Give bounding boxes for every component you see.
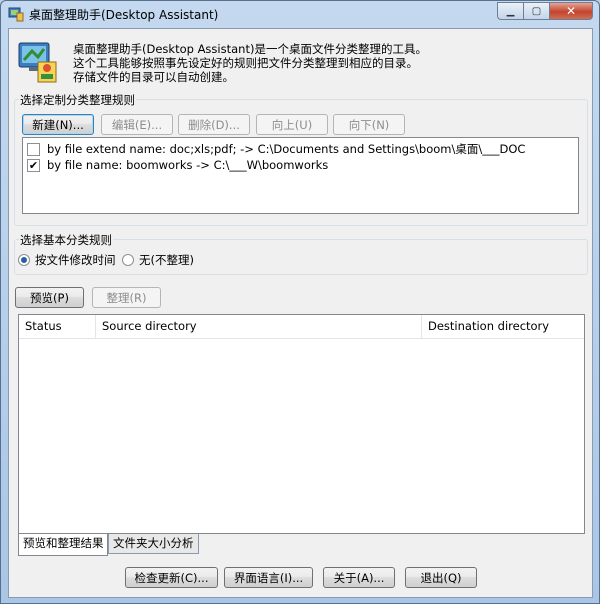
radio-modified-time[interactable]: 按文件修改时间 xyxy=(18,252,116,268)
rules-list[interactable]: by file extend name: doc;xls;pdf; -> C:\… xyxy=(22,137,579,214)
minimize-button[interactable]: ▁ xyxy=(497,2,523,20)
column-header-status[interactable]: Status xyxy=(19,315,96,338)
rule-text: by file name: boomworks -> C:\___W\boomw… xyxy=(47,158,329,172)
close-button[interactable]: ✕ xyxy=(549,2,593,20)
organize-button[interactable]: 整理(R) xyxy=(92,287,161,308)
radio-label: 按文件修改时间 xyxy=(35,253,116,267)
window-controls: ▁ ▢ ✕ xyxy=(497,2,593,20)
intro-line: 存储文件的目录可以自动创建。 xyxy=(73,70,234,84)
basic-rules-label: 选择基本分类规则 xyxy=(19,232,113,248)
column-header-destination[interactable]: Destination directory xyxy=(422,315,584,338)
move-down-button[interactable]: 向下(N) xyxy=(333,114,405,135)
new-rule-button[interactable]: 新建(N)... xyxy=(22,114,94,135)
desktop-assistant-icon xyxy=(18,42,57,83)
intro-line: 这个工具能够按照事先设定好的规则把文件分类整理到相应的目录。 xyxy=(73,56,418,70)
radio-button[interactable] xyxy=(122,254,134,266)
radio-button[interactable] xyxy=(18,254,30,266)
rule-item[interactable]: ✔ by file name: boomworks -> C:\___W\boo… xyxy=(27,157,328,173)
tab-folder-size[interactable]: 文件夹大小分析 xyxy=(108,534,199,554)
intro-line: 桌面整理助手(Desktop Assistant)是一个桌面文件分类整理的工具。 xyxy=(73,42,427,56)
column-header-source[interactable]: Source directory xyxy=(96,315,422,338)
rule-item[interactable]: by file extend name: doc;xls;pdf; -> C:\… xyxy=(27,141,525,157)
main-panel: 桌面整理助手(Desktop Assistant)是一个桌面文件分类整理的工具。… xyxy=(8,28,593,598)
rule-text: by file extend name: doc;xls;pdf; -> C:\… xyxy=(47,142,526,156)
delete-rule-button[interactable]: 删除(D)... xyxy=(178,114,250,135)
move-up-button[interactable]: 向上(U) xyxy=(256,114,328,135)
window-title: 桌面整理助手(Desktop Assistant) xyxy=(29,8,219,22)
radio-selected-dot xyxy=(21,257,27,263)
exit-button[interactable]: 退出(Q) xyxy=(405,567,477,588)
radio-label: 无(不整理) xyxy=(139,253,194,267)
check-mark-icon: ✔ xyxy=(28,158,39,172)
rule-checkbox[interactable] xyxy=(27,142,40,156)
custom-rules-label: 选择定制分类整理规则 xyxy=(19,92,136,108)
results-table[interactable]: Status Source directory Destination dire… xyxy=(18,314,585,534)
about-button[interactable]: 关于(A)... xyxy=(323,567,395,588)
preview-button[interactable]: 预览(P) xyxy=(15,287,84,308)
tab-preview-results[interactable]: 预览和整理结果 xyxy=(18,534,108,556)
check-update-button[interactable]: 检查更新(C)... xyxy=(125,567,218,588)
app-window: 桌面整理助手(Desktop Assistant) ▁ ▢ ✕ 桌面整理助手(D… xyxy=(0,0,600,604)
app-icon xyxy=(8,7,24,22)
language-button[interactable]: 界面语言(I)... xyxy=(224,567,313,588)
table-header: Status Source directory Destination dire… xyxy=(19,315,584,339)
edit-rule-button[interactable]: 编辑(E)... xyxy=(101,114,173,135)
title-bar[interactable]: 桌面整理助手(Desktop Assistant) ▁ ▢ ✕ xyxy=(1,1,599,27)
maximize-button[interactable]: ▢ xyxy=(523,2,549,20)
intro-text: 桌面整理助手(Desktop Assistant)是一个桌面文件分类整理的工具。… xyxy=(73,42,427,84)
rule-checkbox[interactable]: ✔ xyxy=(27,158,40,172)
radio-no-organize[interactable]: 无(不整理) xyxy=(122,252,194,268)
